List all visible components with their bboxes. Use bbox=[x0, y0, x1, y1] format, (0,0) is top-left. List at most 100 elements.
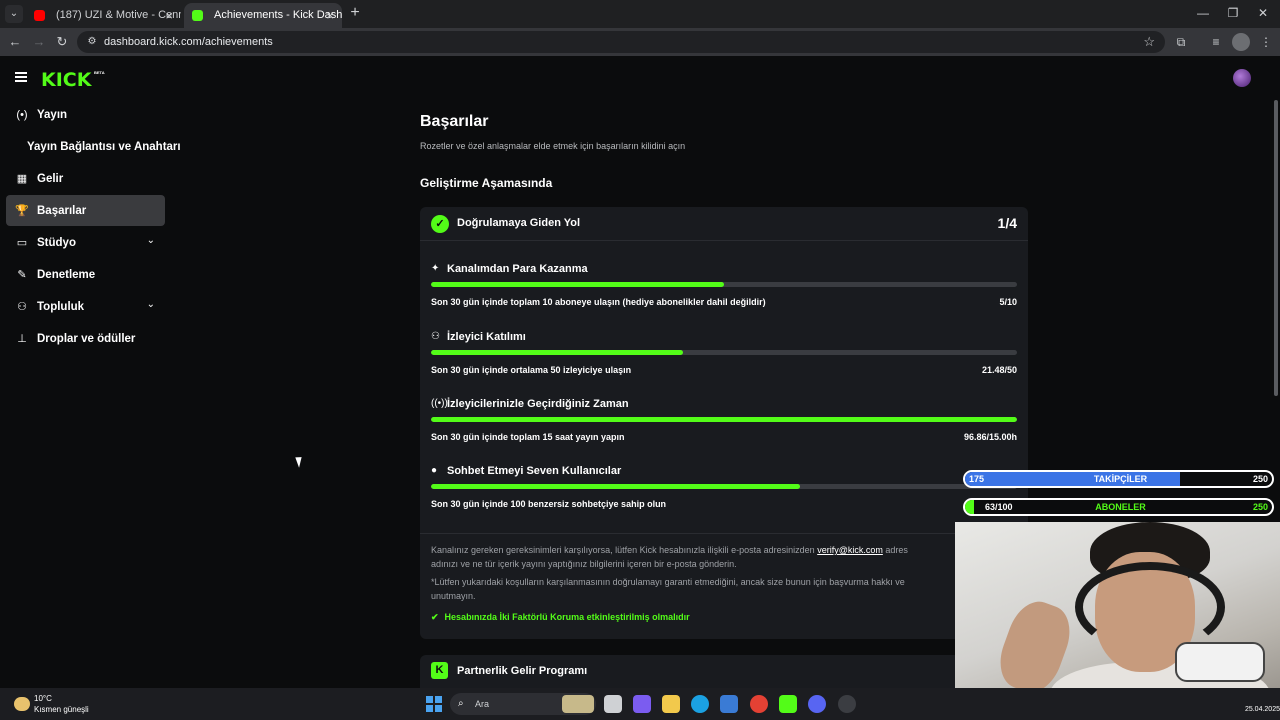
tab-title: Achievements - Kick Dashboard bbox=[214, 9, 342, 21]
browser-tab-youtube[interactable]: (187) UZI & Motive - Cennet (O × bbox=[26, 3, 181, 28]
site-info-icon[interactable]: ⚙ bbox=[85, 35, 99, 49]
card-title: Partnerlik Gelir Programı bbox=[457, 665, 588, 677]
weather-icon[interactable] bbox=[14, 697, 30, 711]
url-text: dashboard.kick.com/achievements bbox=[104, 36, 273, 48]
browser-tabbar: ⌄ (187) UZI & Motive - Cennet (O × Achie… bbox=[0, 0, 1280, 28]
chrome-icon[interactable] bbox=[750, 695, 768, 713]
weather-desc[interactable]: Kısmen güneşli bbox=[34, 705, 89, 714]
sidebar-item[interactable]: 🏆 Başarılar bbox=[6, 195, 165, 226]
sidebar-item-label: Denetleme bbox=[37, 268, 96, 281]
window-close-icon[interactable]: ✕ bbox=[1248, 4, 1278, 22]
task-title: Kanalımdan Para Kazanma bbox=[447, 263, 588, 275]
task-value: 5/10 bbox=[999, 297, 1017, 307]
sidebar-item[interactable]: Yayın Bağlantısı ve Anahtarı bbox=[6, 131, 181, 162]
chevron-down-icon[interactable]: ⌄ bbox=[147, 235, 155, 246]
back-icon[interactable]: ← bbox=[6, 33, 24, 51]
restore-icon[interactable]: ❐ bbox=[1218, 4, 1248, 22]
chat-icon: ● bbox=[431, 465, 438, 476]
progress-fill bbox=[431, 350, 683, 355]
search-icon: ⌕ bbox=[458, 698, 464, 709]
task-title: İzleyici Katılımı bbox=[447, 331, 526, 343]
achievement-task: ● Sohbet Etmeyi Seven Kullanıcılar Son 30 … bbox=[431, 465, 1017, 523]
page-subtitle: Rozetler ve özel anlaşmalar elde etmek i… bbox=[420, 141, 686, 151]
verify-email-link[interactable]: verify@kick.com bbox=[817, 545, 883, 555]
reload-icon[interactable]: ↻ bbox=[53, 33, 71, 51]
progress-fill bbox=[431, 282, 724, 287]
new-tab-button[interactable]: + bbox=[346, 4, 364, 22]
kick-k-icon: K bbox=[431, 662, 448, 679]
task-value: 96.86/15.00h bbox=[963, 432, 1017, 442]
close-tab-icon[interactable]: × bbox=[165, 3, 173, 28]
sidebar-item-label: Yayın Bağlantısı ve Anahtarı bbox=[27, 140, 181, 153]
verification-card: ✓ Doğrulamaya Giden Yol 1/4 ✦ Kanalımdan … bbox=[420, 207, 1028, 639]
card-header[interactable]: ✓ Doğrulamaya Giden Yol 1/4 bbox=[420, 207, 1028, 241]
widgets-icon[interactable] bbox=[633, 695, 651, 713]
sidebar-item-label: Başarılar bbox=[37, 204, 87, 217]
store-icon[interactable] bbox=[720, 695, 738, 713]
followers-target: 250 bbox=[1252, 474, 1268, 484]
hamburger-menu-icon[interactable] bbox=[15, 72, 27, 82]
mouse-cursor-icon bbox=[295, 455, 305, 468]
media-icon[interactable]: ≡ bbox=[1207, 33, 1225, 51]
minimize-icon[interactable]: — bbox=[1188, 4, 1218, 22]
close-tab-icon[interactable]: × bbox=[326, 3, 334, 28]
followers-current: 175 bbox=[969, 474, 985, 484]
steam-icon[interactable] bbox=[838, 695, 856, 713]
two-factor-requirement: ✔ Hesabınızda İki Faktörlü Koruma etkinle… bbox=[431, 612, 690, 623]
progress-track bbox=[431, 484, 1017, 489]
sidebar-item[interactable]: (•) Yayın bbox=[6, 99, 165, 130]
note-text: adres bbox=[882, 545, 908, 555]
progress-fill bbox=[431, 484, 801, 489]
disclaimer-note-2: unutmayın. bbox=[431, 591, 476, 601]
kick-logo[interactable]: KICK bbox=[41, 69, 91, 91]
sidebar-item-label: Yayın bbox=[37, 108, 68, 121]
edge-icon[interactable] bbox=[691, 695, 709, 713]
sidebar-item[interactable]: ✎ Denetleme bbox=[6, 259, 165, 290]
tab-list-button[interactable]: ⌄ bbox=[5, 5, 23, 23]
discord-icon[interactable] bbox=[808, 695, 826, 713]
page-title: Başarılar bbox=[420, 113, 489, 130]
sparkle-icon: ✦ bbox=[431, 263, 440, 274]
progress-track bbox=[431, 417, 1017, 422]
forward-icon[interactable]: → bbox=[30, 33, 48, 51]
taskbar-clock: 25.04.2025 bbox=[1244, 706, 1280, 713]
verification-note: Kanalınız gereken gereksinimleri karşılı… bbox=[431, 545, 908, 555]
windows-start-icon[interactable] bbox=[426, 696, 442, 712]
extensions-icon[interactable]: ⧉ bbox=[1172, 33, 1190, 51]
sidebar-item[interactable]: ▦ Gelir bbox=[6, 163, 165, 194]
partner-program-card[interactable]: K Partnerlik Gelir Programı bbox=[420, 655, 1028, 688]
menu-kebab-icon[interactable]: ⋮ bbox=[1257, 33, 1275, 51]
wrench-icon: ✎ bbox=[17, 269, 27, 281]
task-description: Son 30 gün içinde 100 benzersiz sohbetçi… bbox=[431, 499, 667, 509]
drops-icon: ⊥ bbox=[17, 333, 27, 345]
task-description: Son 30 gün içinde ortalama 50 izleyiciye… bbox=[431, 365, 632, 375]
weather-temp[interactable]: 10°C bbox=[34, 694, 52, 703]
profile-avatar[interactable] bbox=[1232, 33, 1250, 51]
sidebar-item-label: Stüdyo bbox=[37, 236, 76, 249]
subs-target: 250 bbox=[1252, 502, 1268, 512]
sidebar-item[interactable]: ⊥ Droplar ve ödüller bbox=[6, 323, 165, 354]
bookmark-star-icon[interactable]: ☆ bbox=[1143, 31, 1155, 53]
community-icon: ⚇ bbox=[17, 301, 27, 313]
card-title: Doğrulamaya Giden Yol bbox=[457, 217, 581, 229]
chevron-down-icon[interactable]: ⌄ bbox=[147, 299, 155, 310]
verified-badge-icon: ✓ bbox=[431, 215, 449, 233]
page-scrollbar[interactable] bbox=[1274, 100, 1278, 396]
disclaimer-note: *Lütfen yukarıdaki koşulların karşılanma… bbox=[431, 577, 905, 587]
signal-icon: ((•)) bbox=[431, 398, 448, 409]
address-bar[interactable]: ⚙ dashboard.kick.com/achievements ☆ bbox=[77, 31, 1165, 53]
task-view-icon[interactable] bbox=[604, 695, 622, 713]
file-explorer-icon[interactable] bbox=[662, 695, 680, 713]
check-icon: ✔ bbox=[431, 612, 439, 622]
task-value: 21.48/50 bbox=[981, 365, 1017, 375]
achievement-task: ⚇ İzleyici Katılımı Son 30 gün içinde orta… bbox=[431, 331, 1017, 389]
sidebar-item[interactable]: ▭ Stüdyo ⌄ bbox=[6, 227, 165, 258]
followers-label: TAKİPÇİLER bbox=[1093, 474, 1148, 484]
achievement-task: ((•)) İzleyicilerinizle Geçirdiğiniz Zama… bbox=[431, 398, 1017, 456]
card-progress-count: 1/4 bbox=[997, 215, 1017, 231]
beta-badge: BETA bbox=[94, 70, 105, 75]
user-avatar[interactable] bbox=[1233, 69, 1251, 87]
sidebar-item[interactable]: ⚇ Topluluk ⌄ bbox=[6, 291, 165, 322]
kick-app-icon[interactable] bbox=[779, 695, 797, 713]
browser-tab-kick[interactable]: Achievements - Kick Dashboard × bbox=[184, 3, 342, 28]
